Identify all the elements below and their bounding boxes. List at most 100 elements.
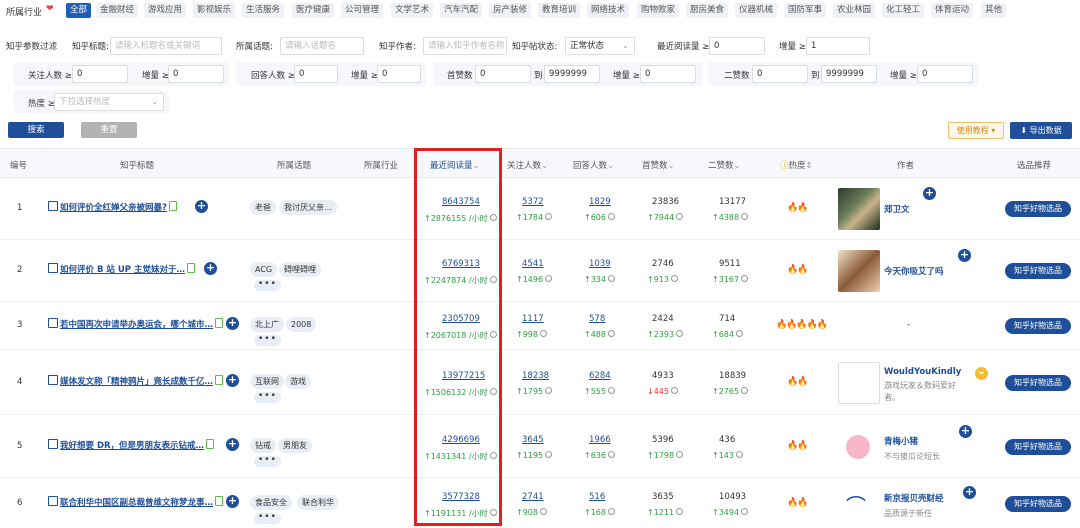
follow-author-icon[interactable]: + bbox=[959, 425, 972, 438]
topic-tag[interactable]: 碍哩碍哩 bbox=[279, 262, 321, 277]
topic-tag[interactable]: ACG bbox=[250, 262, 278, 277]
category-life[interactable]: 生活服务 bbox=[242, 3, 285, 18]
more-tags-button[interactable]: ••• bbox=[254, 335, 281, 346]
category-agriculture[interactable]: 农业林园 bbox=[833, 3, 876, 18]
row-title-cell[interactable]: 联合利华中国区副总裁曾维文称梦龙事… bbox=[48, 496, 224, 508]
topic-tag[interactable]: 钻戒 bbox=[250, 438, 276, 453]
row-title-cell[interactable]: 如何评价 B 站 UP 主觉妹对于… bbox=[48, 263, 195, 275]
follow-count-link[interactable]: 1117 bbox=[522, 314, 544, 324]
add-icon[interactable]: + bbox=[226, 495, 239, 508]
qrcode-icon[interactable] bbox=[48, 263, 58, 273]
row-title-link[interactable]: 媒体发文称「精神鸦片」竟长成数千亿… bbox=[60, 377, 213, 387]
topic-tag[interactable]: 互联网 bbox=[250, 374, 284, 389]
th-likes[interactable]: 首赞数⌄ bbox=[642, 159, 675, 171]
pick-button[interactable]: 知乎好物选品 bbox=[1005, 318, 1071, 334]
topic-tag[interactable]: 食品安全 bbox=[250, 495, 292, 510]
row-title-cell[interactable]: 我好想要 DR，但是男朋友表示钻戒… bbox=[48, 439, 215, 451]
author-avatar[interactable] bbox=[838, 188, 880, 230]
author-filter-input[interactable]: 请输入知乎作者名称 bbox=[423, 37, 507, 55]
answer-count-link[interactable]: 578 bbox=[589, 314, 605, 324]
follow-count-link[interactable]: 3645 bbox=[522, 435, 544, 445]
document-icon[interactable] bbox=[186, 263, 195, 273]
topic-tag[interactable]: 2008 bbox=[286, 317, 317, 332]
status-select[interactable]: 正常状态 ⌄ bbox=[565, 37, 635, 55]
category-network[interactable]: 网络技术 bbox=[587, 3, 630, 18]
likes-to-input[interactable]: 9999999 bbox=[544, 65, 600, 83]
follow-author-icon[interactable]: + bbox=[958, 249, 971, 262]
follow-count-link[interactable]: 2741 bbox=[522, 492, 544, 502]
category-company[interactable]: 公司管理 bbox=[341, 3, 384, 18]
pick-button[interactable]: 知乎好物选品 bbox=[1005, 201, 1071, 217]
document-icon[interactable] bbox=[215, 318, 224, 328]
document-icon[interactable] bbox=[206, 439, 215, 449]
title-filter-input[interactable]: 请输入标题名或关键词 bbox=[110, 37, 222, 55]
heat-select[interactable]: 下拉选择热度 ⌄ bbox=[54, 93, 164, 111]
answer-count-link[interactable]: 1829 bbox=[589, 197, 611, 207]
add-icon[interactable]: + bbox=[204, 262, 217, 275]
row-title-link[interactable]: 如何评价全红婵父亲被网暴? bbox=[60, 203, 167, 213]
category-machinery[interactable]: 仪器机械 bbox=[735, 3, 778, 18]
tutorial-button[interactable]: 使用教程 ▾ bbox=[948, 122, 1004, 139]
category-literature[interactable]: 文学艺术 bbox=[391, 3, 434, 18]
pick-button[interactable]: 知乎好物选品 bbox=[1005, 375, 1071, 391]
category-medical[interactable]: 医疗健康 bbox=[292, 3, 335, 18]
reset-button[interactable]: 重置 bbox=[81, 122, 137, 138]
qrcode-icon[interactable] bbox=[48, 318, 58, 328]
row-title-cell[interactable]: 媒体发文称「精神鸦片」竟长成数千亿… bbox=[48, 375, 224, 387]
row-title-cell[interactable]: 若中国再次申请举办奥运会，哪个城市… bbox=[48, 318, 224, 330]
document-icon[interactable] bbox=[215, 496, 224, 506]
author-name[interactable]: 青梅小猪 bbox=[884, 435, 918, 447]
likes-inc-input[interactable]: 0 bbox=[640, 65, 696, 83]
category-education[interactable]: 教育培训 bbox=[538, 3, 581, 18]
category-auto[interactable]: 汽车汽配 bbox=[440, 3, 483, 18]
document-icon[interactable] bbox=[168, 201, 177, 211]
follow-author-icon[interactable]: + bbox=[923, 187, 936, 200]
author-name[interactable]: 今天你吸艾了吗 bbox=[884, 265, 944, 277]
row-title-link[interactable]: 我好想要 DR，但是男朋友表示钻戒… bbox=[60, 441, 204, 451]
category-games[interactable]: 游戏应用 bbox=[144, 3, 187, 18]
category-finance[interactable]: 金融财经 bbox=[96, 3, 139, 18]
more-tags-button[interactable]: ••• bbox=[254, 513, 281, 524]
answer-input[interactable]: 0 bbox=[294, 65, 338, 83]
qrcode-icon[interactable] bbox=[48, 439, 58, 449]
answer-count-link[interactable]: 1966 bbox=[589, 435, 611, 445]
more-tags-button[interactable]: ••• bbox=[254, 392, 281, 403]
document-icon[interactable] bbox=[215, 375, 224, 385]
topic-tag[interactable]: 我讨厌父亲… bbox=[279, 200, 337, 215]
author-name[interactable]: 郑卫文 bbox=[884, 203, 910, 215]
qrcode-icon[interactable] bbox=[48, 375, 58, 385]
more-tags-button[interactable]: ••• bbox=[254, 456, 281, 467]
category-all[interactable]: 全部 bbox=[66, 3, 92, 18]
follow-count-link[interactable]: 5372 bbox=[522, 197, 544, 207]
category-food[interactable]: 厨房美食 bbox=[686, 3, 729, 18]
second-to-input[interactable]: 9999999 bbox=[821, 65, 877, 83]
category-sports[interactable]: 体育运动 bbox=[931, 3, 974, 18]
add-icon[interactable]: + bbox=[226, 317, 239, 330]
follow-count-link[interactable]: 18238 bbox=[522, 371, 549, 381]
answer-inc-input[interactable]: 0 bbox=[377, 65, 421, 83]
pick-button[interactable]: 知乎好物选品 bbox=[1005, 496, 1071, 512]
th-follow[interactable]: 关注人数⌄ bbox=[507, 159, 548, 171]
category-shopping[interactable]: 购物败家 bbox=[637, 3, 680, 18]
recent-read-input[interactable]: 0 bbox=[709, 37, 765, 55]
author-avatar[interactable] bbox=[838, 250, 880, 292]
second-from-input[interactable]: 0 bbox=[752, 65, 808, 83]
row-title-cell[interactable]: 如何评价全红婵父亲被网暴? bbox=[48, 201, 177, 213]
topic-tag[interactable]: 男朋友 bbox=[278, 438, 312, 453]
search-button[interactable]: 搜索 bbox=[8, 122, 64, 138]
recent-read-inc-input[interactable]: 1 bbox=[806, 37, 870, 55]
topic-filter-input[interactable]: 请输入话题名 bbox=[280, 37, 364, 55]
th-heat[interactable]: ⓘ热度⇕ bbox=[780, 159, 813, 171]
export-button[interactable]: ⬇ 导出数据 bbox=[1010, 122, 1072, 139]
pick-button[interactable]: 知乎好物选品 bbox=[1005, 263, 1071, 279]
category-house[interactable]: 房产装修 bbox=[489, 3, 532, 18]
author-avatar[interactable] bbox=[838, 362, 880, 404]
pick-button[interactable]: 知乎好物选品 bbox=[1005, 439, 1071, 455]
category-defense[interactable]: 国防军事 bbox=[784, 3, 827, 18]
qrcode-icon[interactable] bbox=[48, 201, 58, 211]
answer-count-link[interactable]: 6284 bbox=[589, 371, 611, 381]
follow-author-icon[interactable]: + bbox=[963, 486, 976, 499]
row-title-link[interactable]: 联合利华中国区副总裁曾维文称梦龙事… bbox=[60, 498, 213, 508]
category-entertainment[interactable]: 影视娱乐 bbox=[193, 3, 236, 18]
category-chemical[interactable]: 化工轻工 bbox=[882, 3, 925, 18]
